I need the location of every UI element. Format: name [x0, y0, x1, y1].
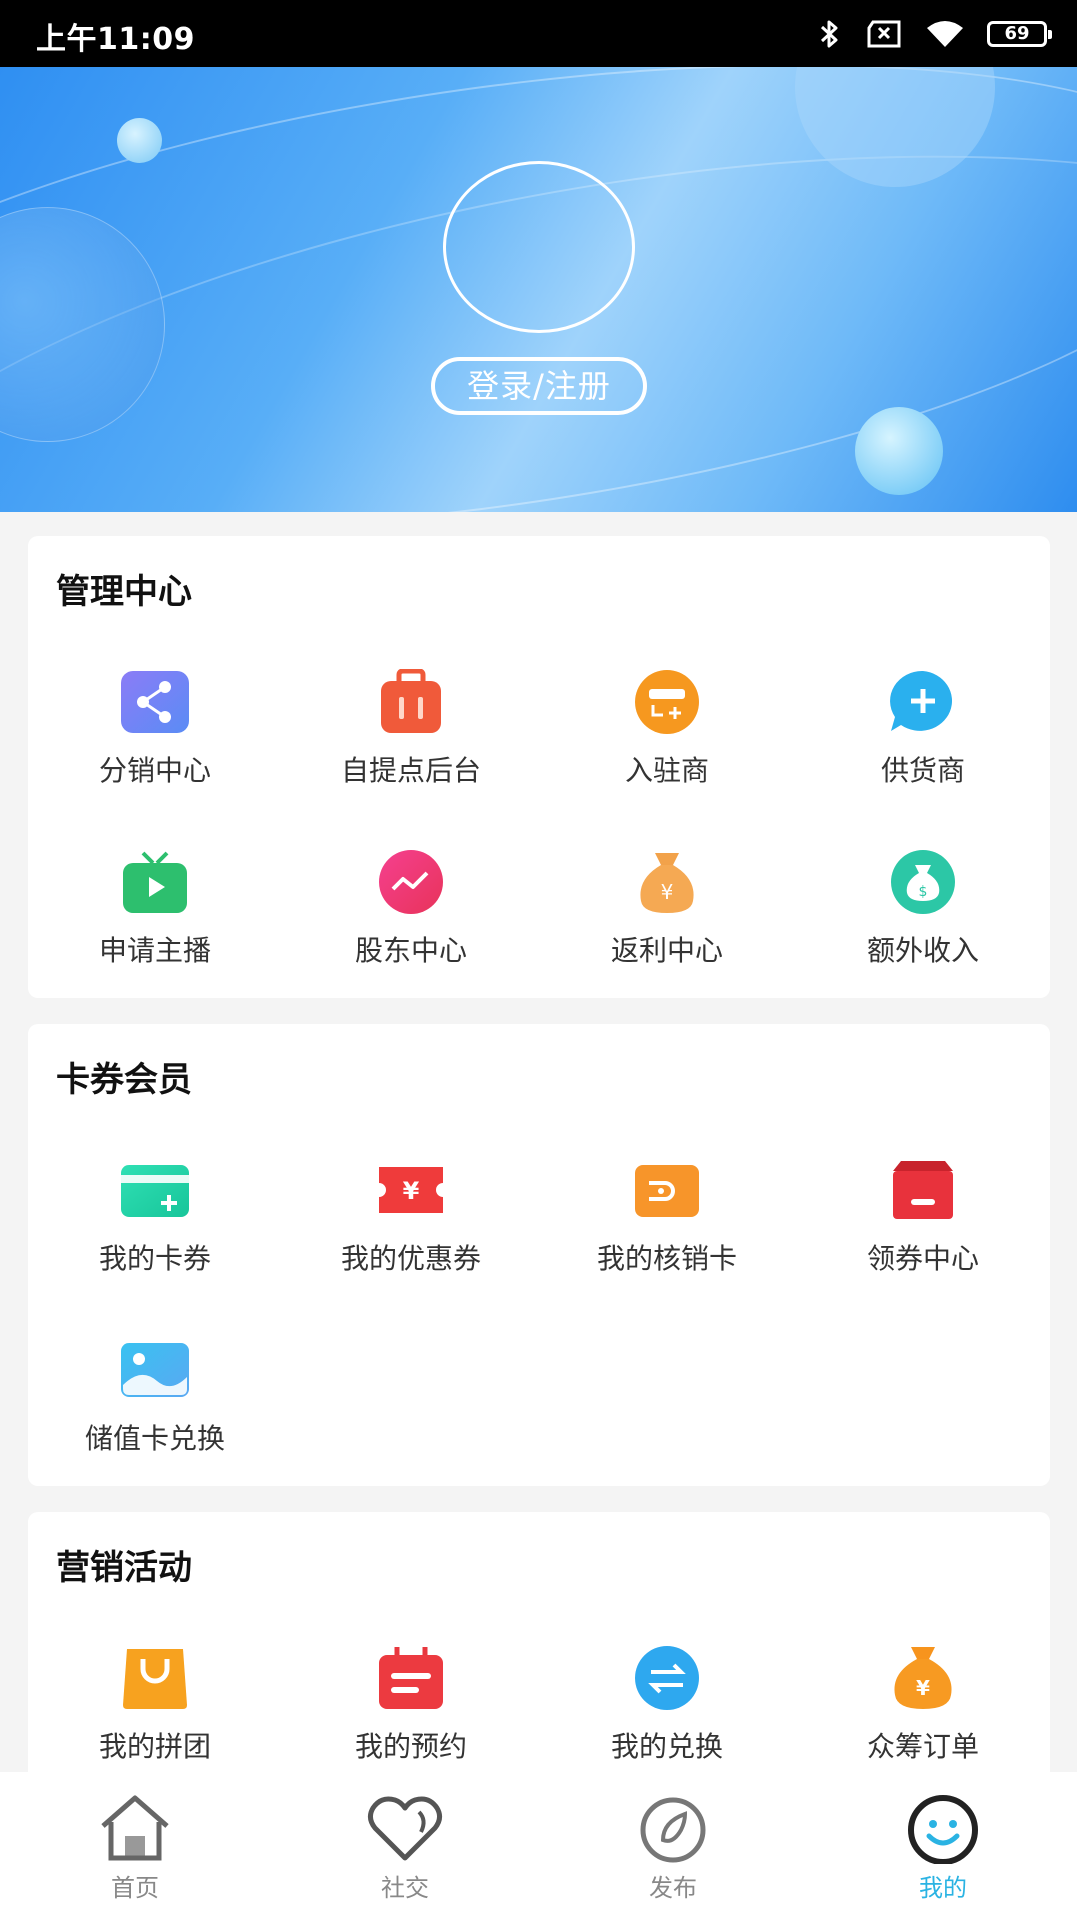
management-center-card: 管理中心 分销中心 自提点后台 入驻商 供货商 申请主播 股东中心 ¥ 返利中心…	[28, 536, 1050, 998]
grid-item-label: 我的优惠券	[340, 1242, 481, 1275]
svg-text:¥: ¥	[916, 1676, 930, 1700]
nav-item-publish[interactable]: 发布	[593, 1792, 753, 1903]
grid-item-apply-streamer[interactable]: 申请主播	[55, 849, 255, 969]
coupon-icon: ¥	[379, 1167, 443, 1213]
grid-item-my-reservations[interactable]: 我的预约	[311, 1645, 511, 1765]
marketing-activity-card: 营销活动 我的拼团 我的预约 我的兑换 ¥ 众筹订单	[28, 1512, 1050, 1812]
section-title: 卡券会员	[56, 1060, 192, 1100]
exchange-icon	[635, 1646, 699, 1710]
svg-text:¥: ¥	[661, 880, 674, 904]
grid-item-group-buy[interactable]: 我的拼团	[55, 1645, 255, 1765]
grid-item-label: 自提点后台	[340, 754, 481, 787]
nav-item-social[interactable]: 社交	[325, 1792, 485, 1903]
bottom-nav: 首页 社交 发布 我的	[0, 1772, 1077, 1917]
yen-bag-icon: ¥	[894, 1647, 952, 1709]
grid-item-label: 我的兑换	[610, 1730, 723, 1763]
grid-item-label: 领券中心	[866, 1242, 979, 1275]
nav-label: 首页	[111, 1874, 159, 1902]
bag-icon	[381, 669, 441, 733]
card-icon	[121, 1165, 189, 1217]
profile-header: 登录/注册	[0, 67, 1077, 512]
grid-item-shareholder[interactable]: 股东中心	[311, 849, 511, 969]
bluetooth-icon	[820, 20, 838, 48]
decor-bubble	[117, 118, 162, 163]
status-icons: 69	[819, 16, 1052, 52]
nav-item-mine[interactable]: 我的	[863, 1792, 1023, 1903]
share-icon	[121, 671, 189, 733]
image-card-icon	[121, 1343, 189, 1397]
wifi-icon	[927, 21, 963, 47]
grid-item-label: 申请主播	[98, 934, 211, 967]
svg-text:$: $	[919, 884, 928, 900]
nav-label: 社交	[381, 1874, 429, 1902]
home-icon	[101, 1795, 169, 1861]
grid-item-label: 储值卡兑换	[84, 1422, 225, 1455]
heart-icon	[367, 1796, 443, 1861]
grid-item-coupon-center[interactable]: 领券中心	[823, 1157, 1023, 1277]
grid-item-my-coupons[interactable]: ¥ 我的优惠券	[311, 1157, 511, 1277]
status-time: 上午11:09	[36, 22, 195, 57]
nav-label: 我的	[919, 1874, 967, 1902]
decor-bubble	[855, 407, 943, 495]
cards-coupons-card: 卡券会员 我的卡券 ¥ 我的优惠券 我的核销卡 领券中心 储值卡兑换	[28, 1024, 1050, 1486]
battery-icon: 69	[987, 21, 1052, 47]
nav-item-home[interactable]: 首页	[55, 1792, 215, 1903]
grid-item-label: 我的卡券	[98, 1242, 211, 1275]
grid-item-label: 众筹订单	[866, 1730, 979, 1763]
grid-item-extra-income[interactable]: $ 额外收入	[823, 849, 1023, 969]
shopping-bag-icon	[123, 1649, 187, 1709]
publish-icon	[640, 1797, 706, 1863]
grid-item-label: 分销中心	[98, 754, 211, 787]
tv-play-icon	[123, 851, 187, 913]
grid-item-my-redemption-card[interactable]: 我的核销卡	[567, 1157, 767, 1277]
svg-text:¥: ¥	[403, 1177, 420, 1205]
store-icon	[893, 1161, 953, 1219]
grid-item-label: 我的预约	[354, 1730, 467, 1763]
grid-item-label: 额外收入	[866, 934, 979, 967]
section-title: 营销活动	[56, 1548, 192, 1588]
grid-item-supplier[interactable]: 供货商	[823, 669, 1023, 789]
grid-item-stored-value-exchange[interactable]: 储值卡兑换	[55, 1337, 255, 1457]
grid-item-label: 股东中心	[354, 934, 467, 967]
section-title: 管理中心	[56, 572, 192, 612]
nav-label: 发布	[649, 1874, 697, 1902]
dollar-bag-icon: $	[891, 850, 955, 914]
grid-item-my-cards[interactable]: 我的卡券	[55, 1157, 255, 1277]
money-bag-icon: ¥	[640, 853, 694, 913]
grid-item-label: 供货商	[880, 754, 965, 787]
smile-icon	[908, 1795, 978, 1864]
avatar[interactable]	[443, 161, 635, 333]
chat-plus-icon	[890, 670, 953, 731]
grid-item-merchant[interactable]: 入驻商	[567, 669, 767, 789]
grid-item-label: 我的核销卡	[596, 1242, 737, 1275]
grid-item-crowdfunding-orders[interactable]: ¥ 众筹订单	[823, 1645, 1023, 1765]
grid-item-distribution[interactable]: 分销中心	[55, 669, 255, 789]
grid-item-my-exchanges[interactable]: 我的兑换	[567, 1645, 767, 1765]
grid-item-rebate[interactable]: ¥ 返利中心	[567, 849, 767, 969]
grid-item-pickup-admin[interactable]: 自提点后台	[311, 669, 511, 789]
grid-item-label: 我的拼团	[98, 1730, 211, 1763]
no-sim-icon	[867, 20, 901, 48]
grid-item-label: 返利中心	[610, 934, 723, 967]
trend-icon	[379, 850, 443, 914]
wallet-icon	[635, 1165, 699, 1217]
calendar-icon	[379, 1647, 443, 1709]
battery-level: 69	[1004, 23, 1030, 44]
status-bar: 上午11:09 69	[0, 0, 1077, 67]
login-register-button[interactable]: 登录/注册	[431, 357, 647, 415]
grid-item-label: 入驻商	[624, 754, 709, 787]
card-plus-icon	[635, 670, 699, 734]
